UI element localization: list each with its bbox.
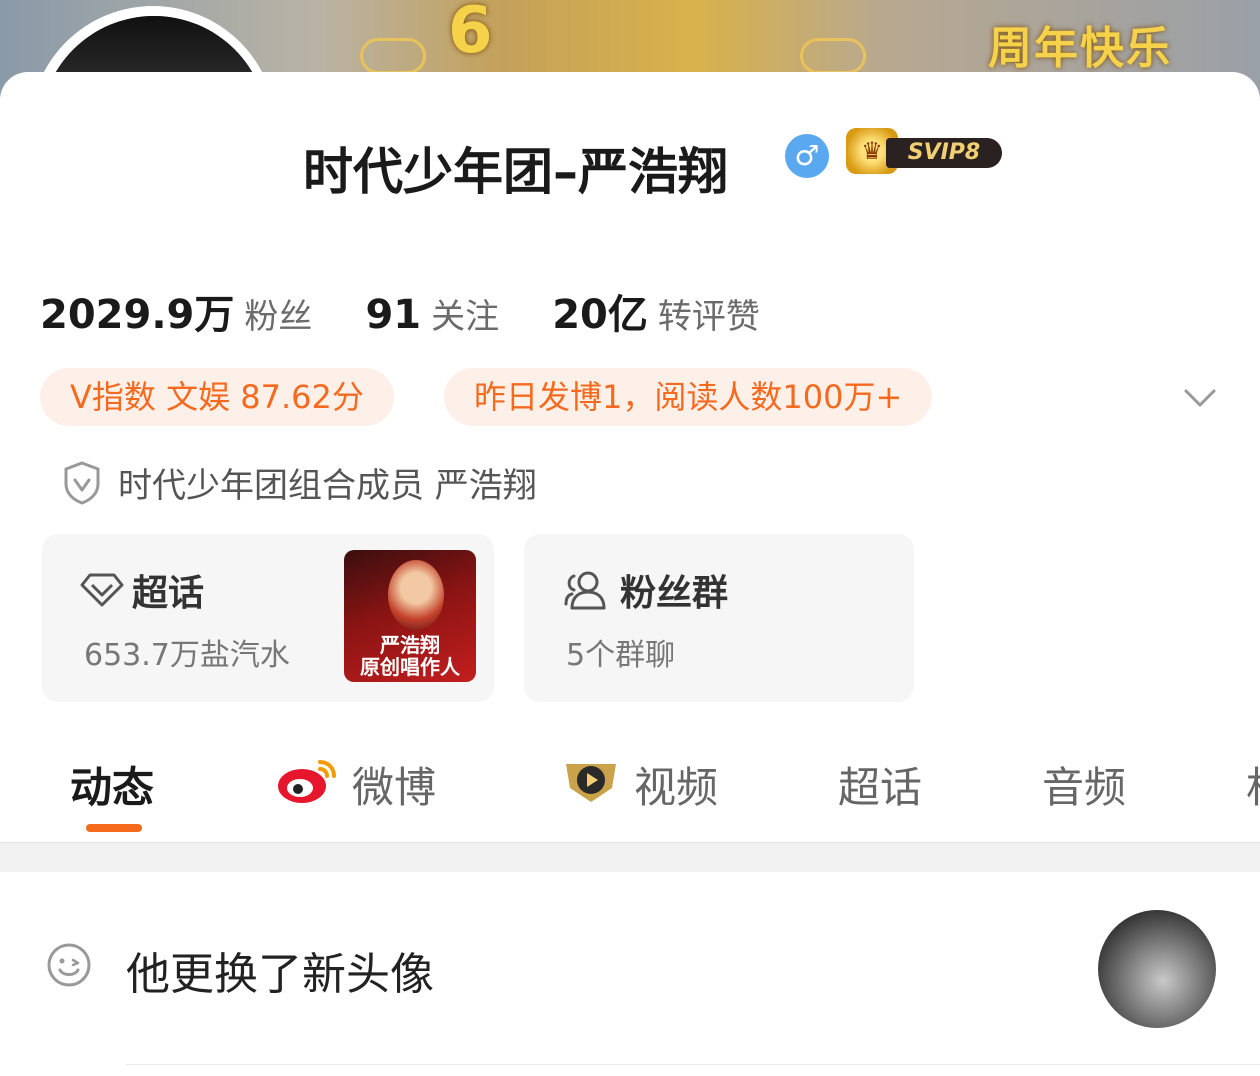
- super-topic-subtitle: 653.7万盐汽水: [84, 638, 290, 673]
- cloud-decoration: [360, 38, 426, 74]
- banner-number: 6: [448, 0, 495, 68]
- cloud-decoration: [800, 38, 866, 74]
- tab-video[interactable]: 视频: [634, 754, 718, 815]
- tab-photos[interactable]: 相: [1246, 754, 1260, 815]
- feed-item-avatar[interactable]: [1098, 910, 1216, 1028]
- feed-divider: [126, 1064, 1260, 1065]
- diamond-icon: [80, 573, 124, 607]
- verification-line: 时代少年团组合成员 严浩翔: [62, 458, 537, 507]
- weibo-logo-icon: [278, 760, 336, 803]
- verified-shield-icon: [64, 460, 100, 505]
- v-index-pill[interactable]: V指数 文娱 87.62分: [40, 368, 394, 426]
- profile-tabs: 动态 微博 视频 超话 音频 相: [0, 742, 1260, 822]
- tab-audio[interactable]: 音频: [1042, 754, 1126, 815]
- stat-label: 关注: [431, 297, 500, 337]
- tab-super-topic[interactable]: 超话: [838, 754, 922, 815]
- gender-male-icon: ♂: [785, 134, 829, 178]
- feed-item-text: 他更换了新头像: [126, 949, 434, 1000]
- thumbnail-portrait: [388, 560, 444, 630]
- stat-value: 2029.9万: [40, 292, 235, 338]
- fan-group-title: 粉丝群: [620, 573, 729, 614]
- stat-label: 转评赞: [657, 297, 760, 337]
- banner-anniversary: 6 周年快乐: [448, 0, 1170, 74]
- feed-item[interactable]: 他更换了新头像: [0, 872, 1260, 1076]
- profile-name: 时代少年团–严浩翔: [303, 143, 728, 201]
- chevron-down-icon[interactable]: [1180, 378, 1220, 418]
- thumbnail-caption-line2: 原创唱作人: [360, 655, 460, 679]
- stat-value: 20亿: [552, 292, 648, 338]
- svip-badge[interactable]: ♛ SVIP8: [846, 128, 1004, 174]
- svip-level: SVIP8: [886, 138, 1002, 168]
- thumbnail-caption-line1: 严浩翔: [380, 633, 440, 657]
- stat-value: 91: [365, 292, 422, 338]
- super-topic-title: 超话: [132, 573, 205, 614]
- stat-likes[interactable]: 20亿 转评赞: [552, 282, 760, 340]
- people-icon: [564, 571, 606, 610]
- active-tab-indicator: [86, 824, 142, 832]
- video-play-icon: [566, 764, 616, 802]
- super-topic-thumbnail[interactable]: 严浩翔 原创唱作人: [344, 550, 476, 682]
- profile-card: 时代少年团–严浩翔 ♂ ♛ SVIP8 2029.9万 粉丝 91 关注 20亿 转评…: [0, 72, 1260, 1076]
- verification-text: 时代少年团组合成员 严浩翔: [118, 466, 537, 506]
- profile-stats: 2029.9万 粉丝 91 关注 20亿 转评赞: [40, 282, 808, 338]
- tab-dynamic[interactable]: 动态: [70, 754, 154, 815]
- stat-followers[interactable]: 2029.9万 粉丝: [40, 282, 312, 340]
- super-topic-card[interactable]: 超话 653.7万盐汽水 严浩翔 原创唱作人: [42, 534, 494, 702]
- thumbnail-caption: 严浩翔 原创唱作人: [352, 634, 468, 678]
- fan-group-card[interactable]: 粉丝群 5个群聊: [524, 534, 914, 702]
- stat-label: 粉丝: [244, 297, 313, 337]
- post-info-pill[interactable]: 昨日发博1，阅读人数100万+: [444, 368, 933, 426]
- section-divider: [0, 842, 1260, 873]
- fan-group-subtitle: 5个群聊: [566, 638, 676, 673]
- tab-weibo[interactable]: 微博: [352, 754, 436, 815]
- smile-icon: [47, 943, 91, 987]
- banner-text: 周年快乐: [988, 23, 1172, 74]
- stat-following[interactable]: 91 关注: [365, 289, 499, 338]
